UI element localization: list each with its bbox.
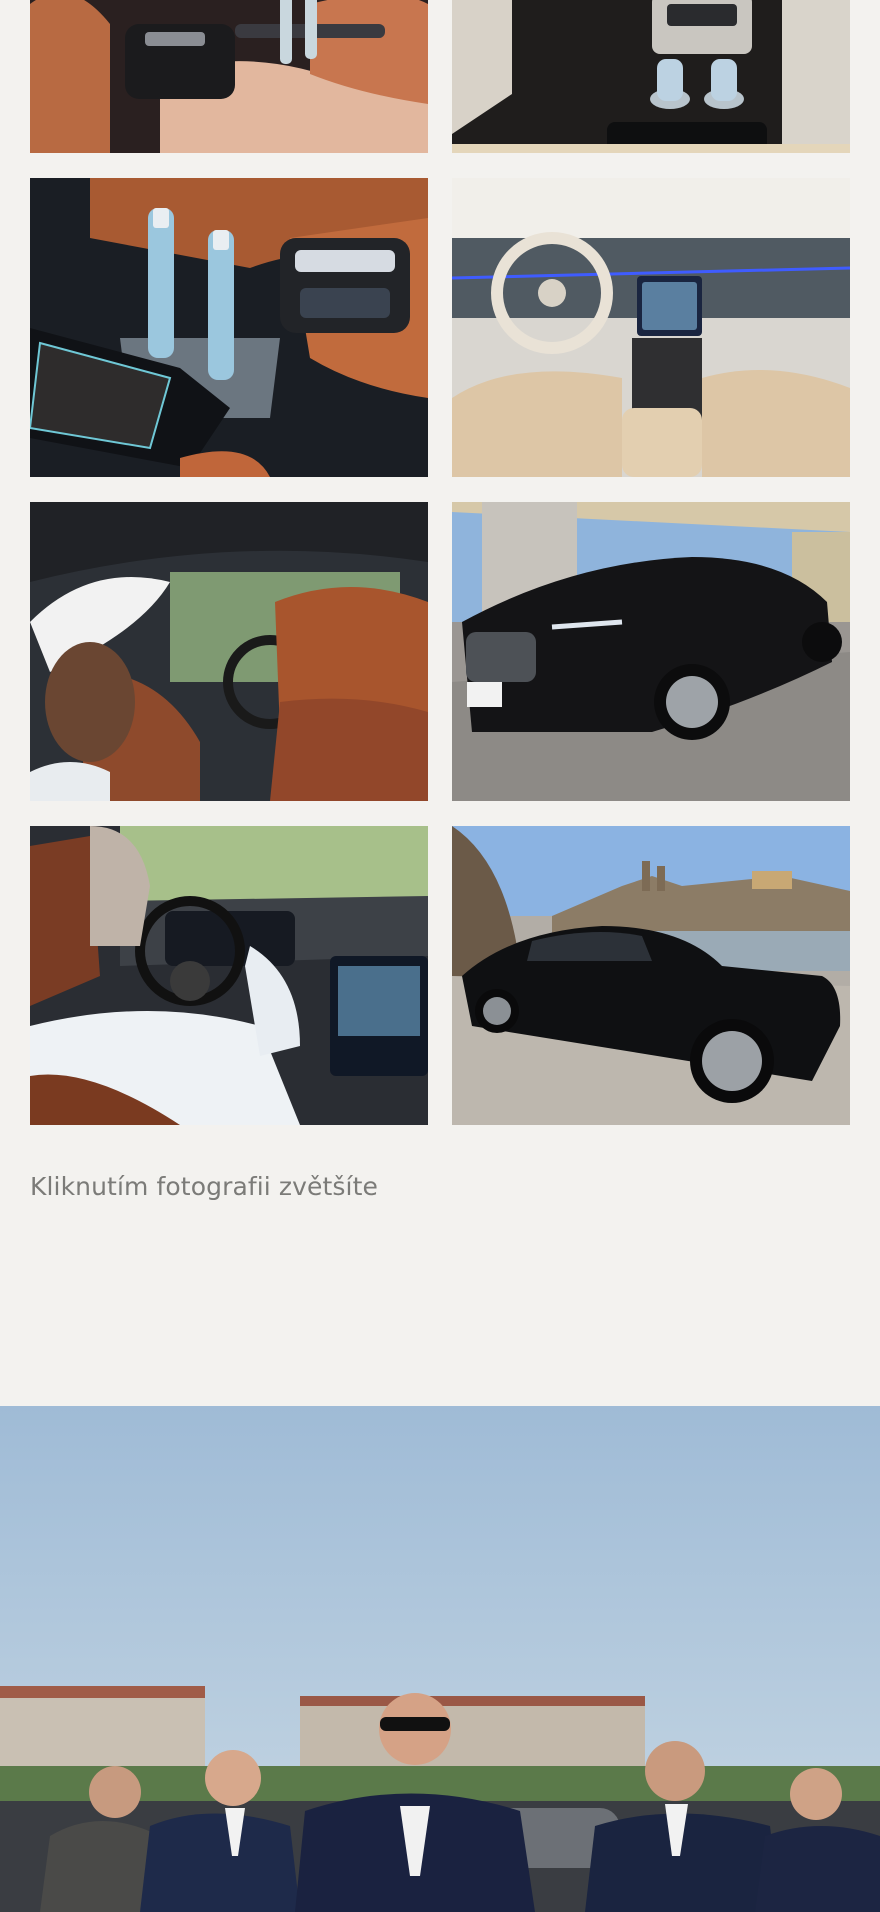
team-photo-banner (0, 1406, 880, 1912)
photo-rear-armrest-controls[interactable] (30, 0, 428, 153)
chauffeur-team-photo (0, 1406, 880, 1912)
photo-console-water-bottles[interactable] (452, 0, 850, 153)
photo-bottles-closeup[interactable] (30, 178, 428, 477)
photo-dashboard-front-seats[interactable] (452, 178, 850, 477)
gallery-caption: Kliknutím fotografii zvětšíte (30, 1172, 378, 1201)
photo-driver-at-wheel[interactable] (30, 826, 428, 1125)
photo-black-sedan-front[interactable] (452, 502, 850, 801)
photo-passenger-rear-view[interactable] (30, 502, 428, 801)
photo-black-sedan-side-castle[interactable] (452, 826, 850, 1125)
